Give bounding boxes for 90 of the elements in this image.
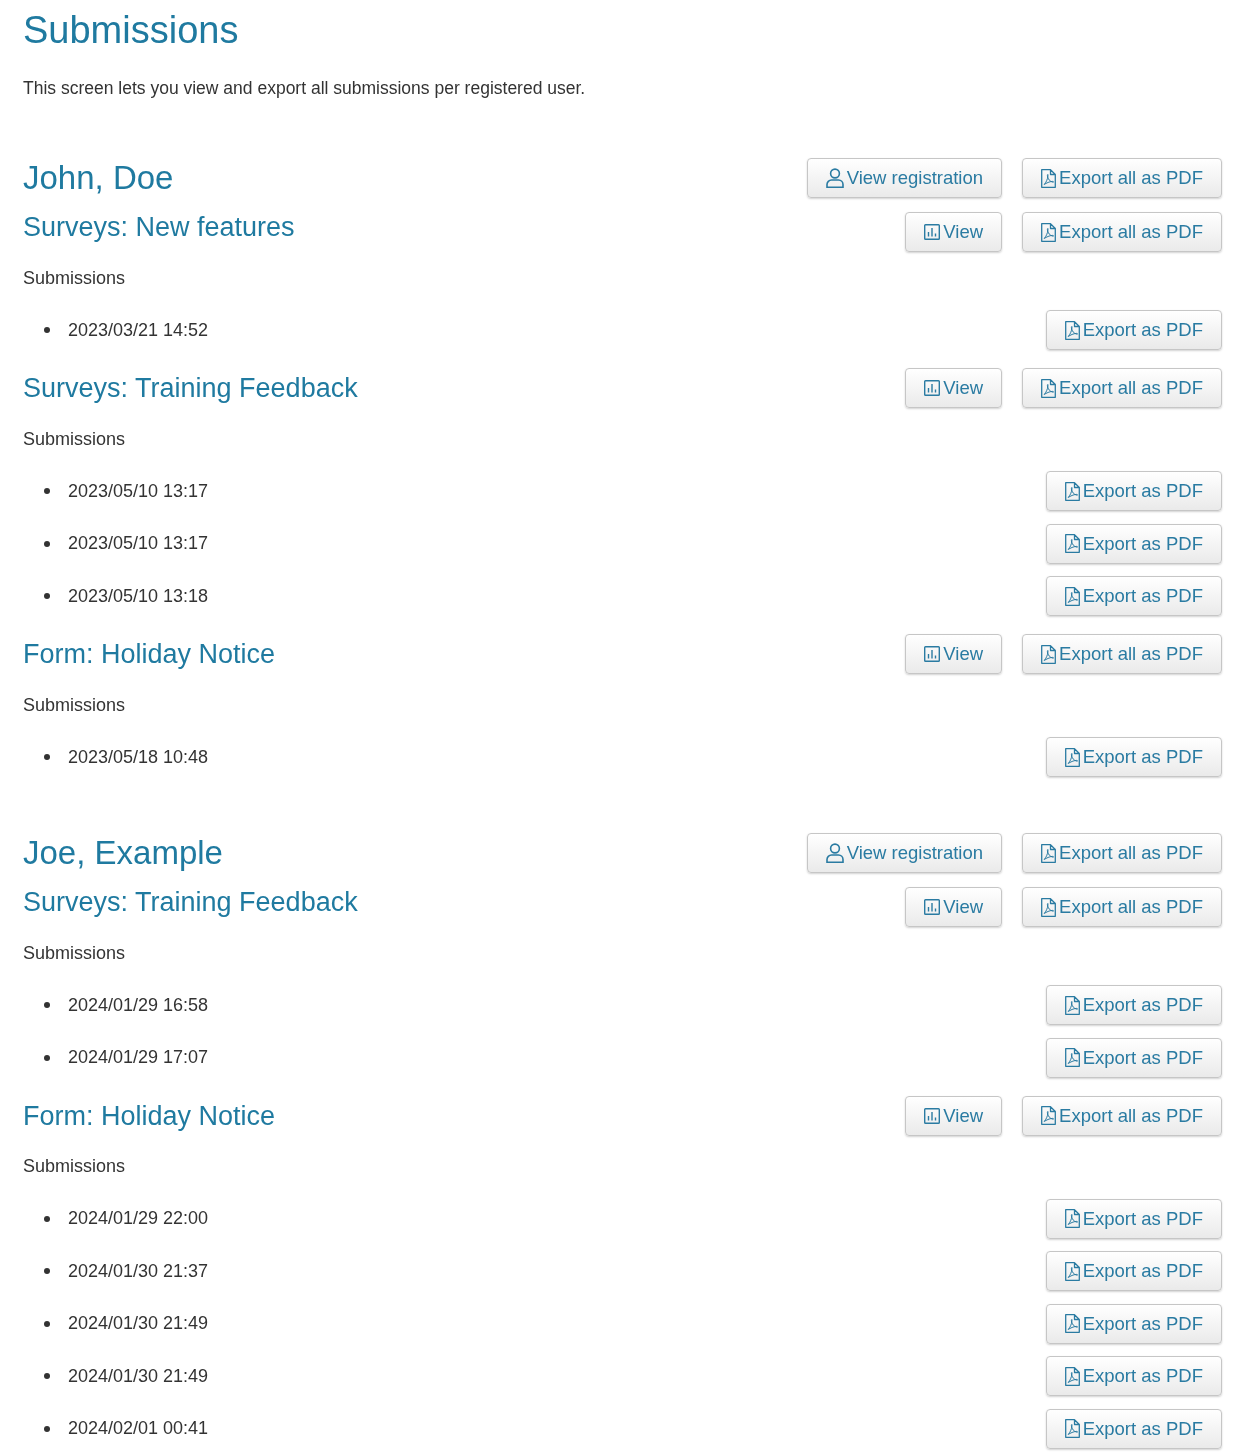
bar-chart-icon [924,1107,941,1124]
export-pdf-button[interactable]: Export as PDF [1045,1251,1222,1291]
bullet-icon [44,327,50,333]
export-pdf-button[interactable]: Export as PDF [1045,1408,1222,1449]
export-all-button[interactable]: Export all as PDF [1022,158,1222,198]
submissions-label: Submissions [23,941,127,965]
export-pdf-button[interactable]: Export as PDF [1045,1198,1222,1239]
pdf-file-icon [1064,1261,1080,1281]
form-title: Surveys: Training Feedback [23,372,358,405]
export-pdf-button[interactable]: Export as PDF [1045,1037,1222,1078]
user-icon [825,843,844,863]
export-all-button[interactable]: Export all as PDF [1022,887,1222,927]
bullet-icon [44,1002,50,1008]
submission-date: 2024/01/30 21:37 [68,1259,209,1283]
form-title: Form: Holiday Notice [23,638,276,671]
export-pdf-button[interactable]: Export as PDF [1045,1356,1222,1396]
bullet-icon [44,1320,50,1327]
view-registration-button[interactable]: View registration [806,833,1003,873]
view-button[interactable]: View [905,634,1003,674]
pdf-file-icon [1041,1106,1057,1125]
submission-date: 2023/05/18 10:48 [68,745,209,769]
bullet-icon [44,488,50,494]
pdf-file-icon [1064,320,1080,340]
bullet-icon [44,1268,50,1274]
view-registration-button[interactable]: View registration [806,158,1003,198]
bullet-icon [44,540,50,547]
submission-date: 2023/03/21 14:52 [68,318,209,342]
export-all-button[interactable]: Export all as PDF [1022,212,1222,252]
pdf-file-icon [1041,644,1057,664]
submissions-label: Submissions [23,693,127,717]
submission-date: 2023/05/10 13:18 [68,584,209,608]
user-name: John, Doe [23,158,174,198]
view-button[interactable]: View [905,212,1003,252]
page-title: Submissions [23,8,240,52]
view-button[interactable]: View [905,887,1003,927]
form-title: Surveys: Training Feedback [23,886,358,919]
submission-date: 2024/01/29 22:00 [68,1207,209,1230]
pdf-file-icon [1064,1209,1080,1228]
submission-date: 2024/01/30 21:49 [68,1364,209,1388]
bar-chart-icon [924,899,941,915]
pdf-file-icon [1064,586,1080,606]
bullet-icon [44,1215,50,1222]
pdf-file-icon [1041,897,1057,917]
pdf-file-icon [1064,534,1080,553]
pdf-file-icon [1064,1419,1080,1438]
bullet-icon [44,1054,50,1061]
pdf-file-icon [1041,168,1057,188]
pdf-file-icon [1064,1314,1080,1333]
submission-date: 2023/05/10 13:17 [68,532,209,555]
submissions-label: Submissions [23,427,127,451]
bullet-icon [44,754,50,760]
pdf-file-icon [1041,378,1057,398]
pdf-file-icon [1064,747,1080,767]
submission-date: 2024/01/29 17:07 [68,1046,209,1069]
submissions-label: Submissions [23,266,127,290]
pdf-file-icon [1064,1048,1080,1067]
form-title: Form: Holiday Notice [23,1099,276,1133]
bullet-icon [44,1373,50,1379]
bullet-icon [44,593,50,599]
export-all-button[interactable]: Export all as PDF [1022,368,1222,408]
export-pdf-button[interactable]: Export as PDF [1045,1303,1222,1344]
submission-date: 2024/01/29 16:58 [68,993,209,1017]
bar-chart-icon [924,224,941,240]
form-title: Surveys: New features [23,211,295,244]
pdf-file-icon [1041,222,1057,242]
user-icon [825,168,844,188]
export-pdf-button[interactable]: Export as PDF [1045,310,1222,350]
export-all-button[interactable]: Export all as PDF [1022,833,1222,873]
export-pdf-button[interactable]: Export as PDF [1045,523,1222,564]
export-pdf-button[interactable]: Export as PDF [1045,737,1222,777]
submission-date: 2023/05/10 13:17 [68,479,209,503]
export-pdf-button[interactable]: Export as PDF [1045,576,1222,616]
export-all-button[interactable]: Export all as PDF [1022,1095,1222,1136]
pdf-file-icon [1064,481,1080,501]
bar-chart-icon [924,646,941,662]
bar-chart-icon [924,380,941,396]
pdf-file-icon [1064,995,1080,1015]
view-button[interactable]: View [905,368,1003,408]
page-description: This screen lets you view and export all submissions per registered user. [23,77,587,100]
pdf-file-icon [1041,843,1057,863]
submission-date: 2024/02/01 00:41 [68,1417,209,1440]
submission-date: 2024/01/30 21:49 [68,1312,209,1335]
bullet-icon [44,1425,50,1432]
submissions-label: Submissions [23,1155,127,1178]
export-pdf-button[interactable]: Export as PDF [1045,471,1222,511]
user-name: Joe, Example [23,833,223,873]
export-all-button[interactable]: Export all as PDF [1022,634,1222,674]
pdf-file-icon [1064,1366,1080,1386]
export-pdf-button[interactable]: Export as PDF [1045,985,1222,1025]
view-button[interactable]: View [905,1095,1003,1136]
